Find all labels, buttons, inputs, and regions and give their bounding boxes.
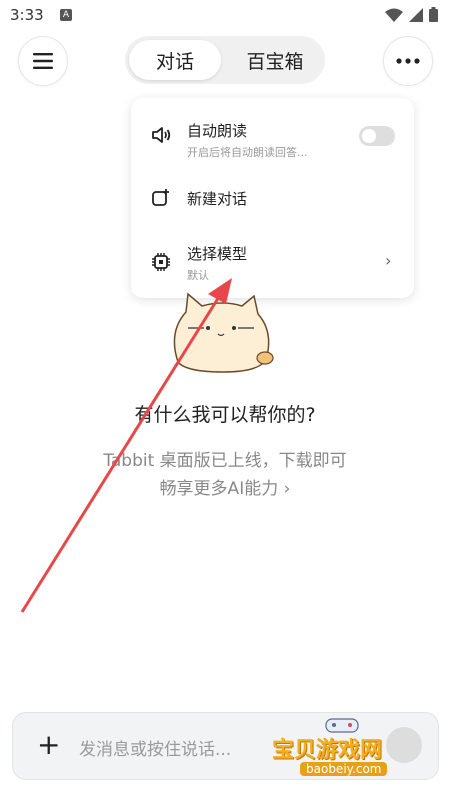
chip-icon (152, 253, 170, 271)
status-bar: 3:33 A (0, 0, 450, 32)
message-input[interactable]: 发消息或按住说话... (79, 735, 231, 760)
menu-button[interactable] (18, 36, 68, 86)
select-model-subtitle: 默认 (187, 269, 209, 282)
status-icons (385, 7, 438, 22)
watermark-text: 宝贝游戏网 (272, 738, 383, 763)
more-dots-icon (396, 58, 420, 64)
auto-read-toggle[interactable] (359, 126, 395, 146)
promo-line-1: Tabbit 桌面版已上线，下载即可 (103, 451, 347, 471)
site-watermark: 宝贝游戏网 baobeiy.com (272, 716, 432, 786)
plus-icon[interactable]: + (37, 731, 60, 759)
options-dropdown: 自动朗读 开启后将自动朗读回答... 新建对话 选择模型 默认 › (131, 98, 414, 298)
speaker-icon (152, 127, 171, 143)
menu-item-select-model[interactable]: 选择模型 默认 › (131, 234, 414, 294)
promo-line-2: 畅享更多AI能力 › (159, 479, 291, 499)
toggle-knob (362, 129, 376, 143)
notification-icon: A (60, 9, 72, 21)
auto-read-subtitle: 开启后将自动朗读回答... (187, 146, 308, 159)
new-chat-icon (152, 189, 169, 206)
new-chat-title: 新建对话 (187, 190, 248, 208)
hamburger-icon (33, 53, 53, 69)
chevron-right-icon: › (385, 251, 392, 270)
menu-item-new-chat[interactable]: 新建对话 (131, 176, 414, 222)
cat-mascot-image (173, 292, 274, 373)
greeting-heading: 有什么我可以帮你的? (134, 404, 316, 426)
tab-chat[interactable]: 对话 (129, 40, 221, 80)
more-button[interactable] (383, 36, 433, 86)
wifi-icon (385, 8, 403, 22)
select-model-title: 选择模型 (187, 245, 248, 263)
tab-switch: 对话 百宝箱 (125, 36, 325, 84)
status-time: 3:33 (10, 6, 44, 24)
menu-item-auto-read[interactable]: 自动朗读 开启后将自动朗读回答... (131, 98, 414, 164)
watermark-url: baobeiy.com (300, 762, 388, 776)
battery-icon (429, 7, 438, 22)
signal-icon (409, 7, 423, 22)
tab-toolbox[interactable]: 百宝箱 (229, 40, 321, 80)
auto-read-title: 自动朗读 (187, 122, 248, 140)
desktop-promo-link[interactable]: Tabbit 桌面版已上线，下载即可 畅享更多AI能力 › (0, 447, 450, 503)
